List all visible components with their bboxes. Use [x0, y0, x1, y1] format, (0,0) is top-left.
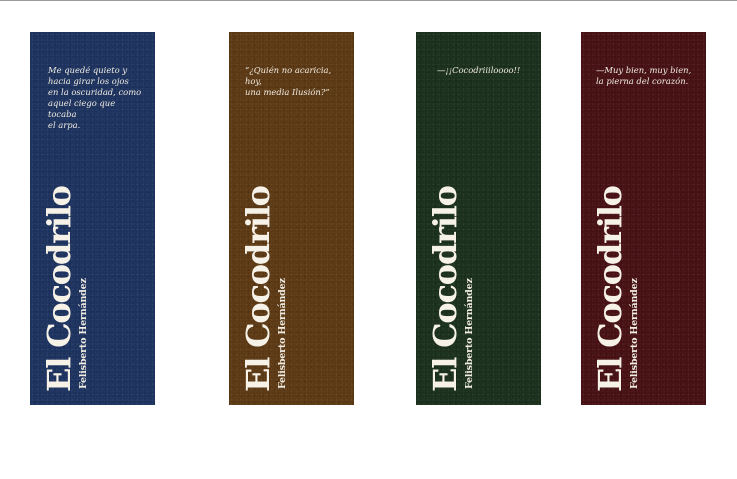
- title-block: El Cocodrilo Felisberto Hernández: [416, 167, 484, 392]
- title-block: El Cocodrilo Felisberto Hernández: [229, 167, 297, 392]
- bookmark-quote: —Muy bien, muy bien, la pierna del coraz…: [596, 65, 692, 86]
- book-author: Felisberto Hernández: [78, 278, 89, 389]
- book-author: Felisberto Hernández: [629, 278, 640, 389]
- bookmark-blue: Me quedé quieto y hacia girar los ojos e…: [30, 32, 155, 405]
- book-author: Felisberto Hernández: [277, 278, 288, 389]
- book-author: Felisberto Hernández: [464, 278, 475, 389]
- book-title: El Cocodrilo: [426, 186, 464, 392]
- bookmark-brown: “¿Quién no acaricia, hoy, una media Ilus…: [229, 32, 354, 405]
- bookmark-quote: Me quedé quieto y hacia girar los ojos e…: [48, 65, 142, 130]
- book-title: El Cocodrilo: [239, 186, 277, 392]
- bookmark-quote: —¡¡Cocodriiiloooo!!: [437, 65, 521, 75]
- book-title: El Cocodrilo: [591, 186, 629, 392]
- book-title: El Cocodrilo: [40, 186, 78, 392]
- bookmark-green: —¡¡Cocodriiiloooo!! El Cocodrilo Felisbe…: [416, 32, 541, 405]
- top-border-line: [0, 0, 737, 1]
- title-block: El Cocodrilo Felisberto Hernández: [581, 167, 649, 392]
- bookmark-red: —Muy bien, muy bien, la pierna del coraz…: [581, 32, 706, 405]
- bookmark-quote: “¿Quién no acaricia, hoy, una media Ilus…: [245, 65, 332, 97]
- title-block: El Cocodrilo Felisberto Hernández: [30, 167, 98, 392]
